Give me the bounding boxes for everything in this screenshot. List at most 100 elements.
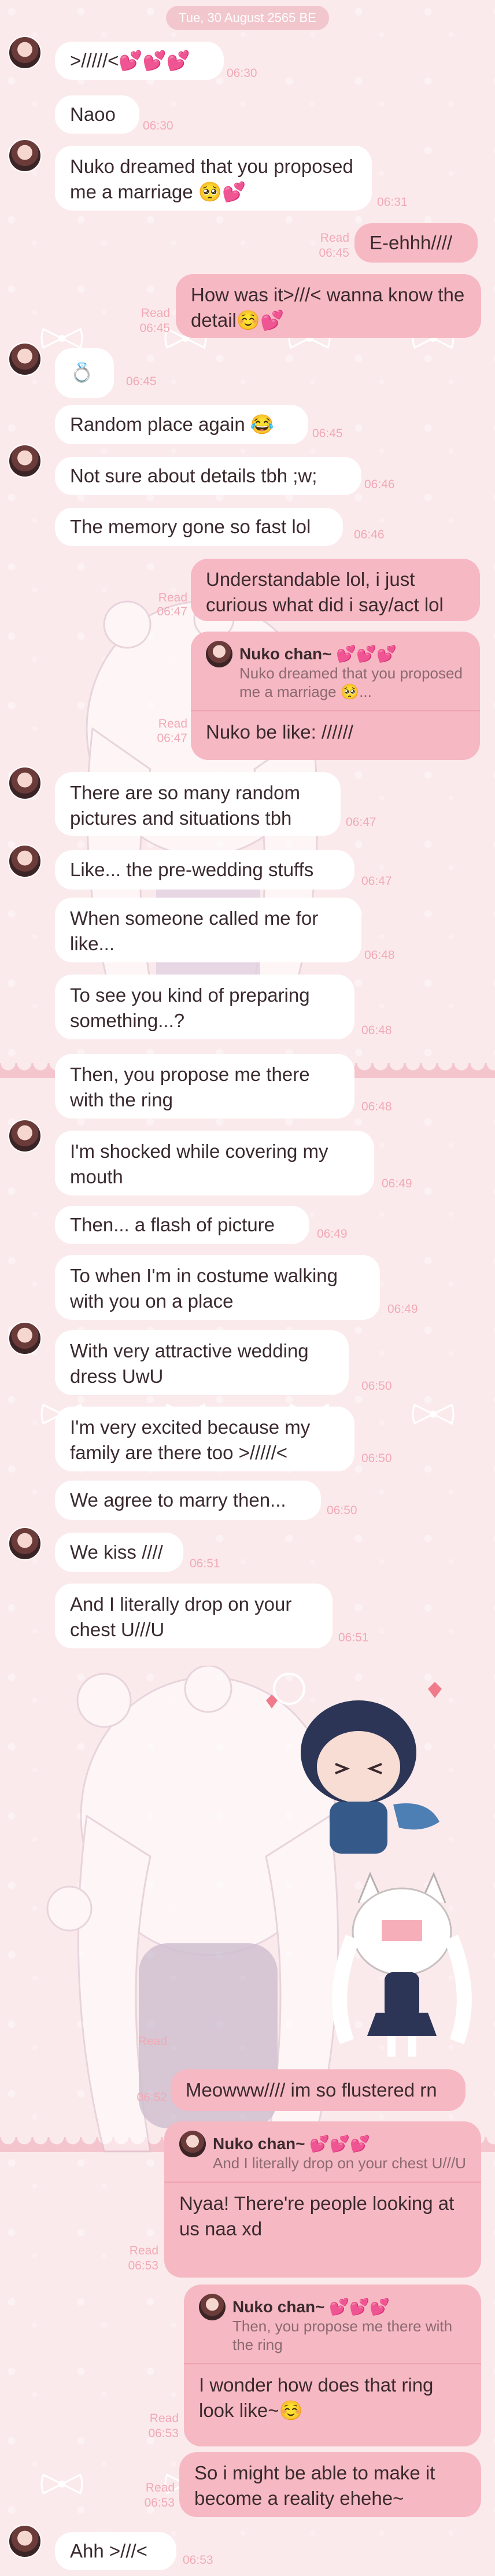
reply-divider (184, 2363, 481, 2364)
message-time: 06:47 (346, 815, 376, 829)
outgoing-reply-message[interactable]: Nuko chan~ 💕💕💕 And I literally drop on y… (164, 2121, 481, 2278)
sender-avatar[interactable] (8, 342, 42, 376)
outgoing-message[interactable]: Understandable lol, i just curious what … (191, 559, 480, 621)
message-time: 06:45 (319, 246, 349, 260)
quoted-text: And I literally drop on your chest U///U (213, 2154, 466, 2172)
incoming-message[interactable]: 💍 (55, 348, 114, 398)
message-time: 06:45 (312, 427, 343, 440)
message-time: 06:47 (157, 605, 187, 618)
read-receipt: Read (149, 2412, 179, 2425)
message-time: 06:50 (361, 1379, 392, 1393)
read-receipt: Read (158, 591, 187, 604)
incoming-message[interactable]: To when I'm in costume walking with you … (55, 1255, 380, 1320)
incoming-message[interactable]: When someone called me for like... (55, 898, 361, 962)
message-time: 06:51 (338, 1631, 369, 1644)
message-time: 06:51 (190, 1557, 220, 1570)
bow-icon (40, 2473, 83, 2495)
message-time: 06:31 (377, 195, 408, 209)
message-time: 06:48 (361, 1024, 392, 1037)
sender-avatar[interactable] (8, 1527, 42, 1560)
quoted-text: Nuko dreamed that you proposed me a marr… (239, 665, 463, 700)
date-separator: Tue, 30 August 2565 BE (166, 6, 329, 30)
incoming-message[interactable]: Nuko dreamed that you proposed me a marr… (55, 146, 372, 211)
message-time: 06:45 (126, 375, 157, 388)
message-time: 06:45 (139, 322, 170, 335)
incoming-message[interactable]: And I literally drop on your chest U///U (55, 1584, 333, 1648)
incoming-message[interactable]: There are so many random pictures and si… (55, 772, 341, 836)
incoming-message[interactable]: Then... a flash of picture (55, 1206, 309, 1244)
reply-divider (164, 2182, 481, 2183)
quoted-sender-name: Nuko chan~ 💕💕💕 (213, 2135, 370, 2153)
incoming-message[interactable]: Random place again 😂 (55, 405, 308, 444)
message-time: 06:53 (144, 2496, 175, 2509)
read-receipt: Read (138, 2035, 167, 2048)
message-time: 06:53 (128, 2259, 158, 2272)
quoted-sender-name: Nuko chan~ 💕💕💕 (232, 2298, 390, 2316)
message-time: 06:47 (157, 732, 187, 745)
message-time: 06:49 (387, 1302, 418, 1316)
sender-avatar[interactable] (8, 444, 42, 478)
quoted-message[interactable]: Nuko chan~ 💕💕💕 Then, you propose me ther… (199, 2294, 466, 2354)
incoming-message[interactable]: I'm very excited because my family are t… (55, 1407, 354, 1471)
outgoing-reply-message[interactable]: Nuko chan~ 💕💕💕 Nuko dreamed that you pro… (191, 632, 480, 760)
reply-message-text: Nuko be like: ////// (206, 721, 353, 743)
message-time: 06:49 (317, 1227, 348, 1241)
outgoing-message[interactable]: E-ehhh//// (354, 223, 478, 263)
quoted-avatar (206, 641, 232, 667)
reply-divider (191, 710, 480, 711)
incoming-message[interactable]: I'm shocked while covering my mouth (55, 1131, 374, 1195)
sender-avatar[interactable] (8, 1119, 42, 1153)
chibi-sticker-girl (332, 1872, 472, 2057)
reply-message-text: I wonder how does that ring look like~☺️ (199, 2374, 434, 2421)
bow-icon (40, 327, 83, 349)
message-time: 06:50 (361, 1452, 392, 1465)
incoming-message[interactable]: Ahh >///< (55, 2532, 176, 2570)
message-time: 06:46 (354, 528, 385, 541)
message-time: 06:48 (364, 949, 395, 962)
incoming-message[interactable]: Naoo (55, 95, 139, 134)
incoming-message[interactable]: We kiss //// (55, 1533, 183, 1572)
read-receipt: Read (158, 717, 187, 730)
bow-icon (412, 1403, 455, 1425)
incoming-message[interactable]: With very attractive wedding dress UwU (55, 1330, 349, 1395)
sender-avatar[interactable] (8, 1322, 42, 1355)
sender-avatar[interactable] (8, 766, 42, 800)
read-receipt: Read (141, 307, 170, 320)
quoted-text: Then, you propose me there with the ring (232, 2317, 453, 2353)
outgoing-message[interactable]: How was it>///< wanna know the detail☺️💕 (176, 274, 481, 338)
incoming-message[interactable]: To see you kind of preparing something..… (55, 975, 354, 1039)
message-time: 06:48 (361, 1100, 392, 1113)
message-time: 06:47 (361, 874, 392, 888)
reply-message-text: Nyaa! There're people looking at us naa … (179, 2193, 455, 2239)
sender-avatar[interactable] (8, 844, 42, 878)
quoted-avatar (179, 2131, 206, 2157)
quoted-message[interactable]: Nuko chan~ 💕💕💕 Nuko dreamed that you pro… (206, 641, 465, 701)
incoming-message[interactable]: Like... the pre-wedding stuffs (55, 850, 354, 890)
message-time: 06:30 (227, 67, 257, 80)
sender-avatar[interactable] (8, 139, 42, 172)
sender-avatar[interactable] (8, 36, 42, 69)
message-time: 06:30 (143, 119, 173, 132)
message-time: 06:53 (183, 2553, 213, 2567)
incoming-message[interactable]: We agree to marry then... (55, 1481, 321, 1520)
message-time: 06:52 (136, 2091, 167, 2104)
quoted-avatar (199, 2294, 226, 2320)
sender-avatar[interactable] (8, 2525, 42, 2558)
outgoing-message[interactable]: Meowww//// im so flustered rn (171, 2069, 466, 2111)
message-time: 06:46 (364, 478, 395, 491)
read-receipt: Read (320, 231, 349, 245)
outgoing-reply-message[interactable]: Nuko chan~ 💕💕💕 Then, you propose me ther… (184, 2285, 481, 2446)
message-time: 06:53 (148, 2427, 179, 2440)
message-time: 06:50 (327, 1504, 357, 1517)
chibi-sticker-boy (266, 1673, 442, 1854)
incoming-message[interactable]: The memory gone so fast lol (55, 508, 343, 546)
quoted-sender-name: Nuko chan~ 💕💕💕 (239, 645, 397, 663)
incoming-message[interactable]: Then, you propose me there with the ring (55, 1054, 354, 1119)
message-time: 06:49 (382, 1177, 412, 1190)
incoming-message[interactable]: Not sure about details tbh ;w; (55, 457, 361, 495)
read-receipt: Read (145, 2481, 175, 2494)
quoted-message[interactable]: Nuko chan~ 💕💕💕 And I literally drop on y… (179, 2131, 466, 2172)
outgoing-message[interactable]: So i might be able to make it become a r… (179, 2452, 481, 2517)
incoming-message[interactable]: >/////<💕💕💕 (55, 42, 224, 80)
read-receipt: Read (129, 2244, 158, 2257)
